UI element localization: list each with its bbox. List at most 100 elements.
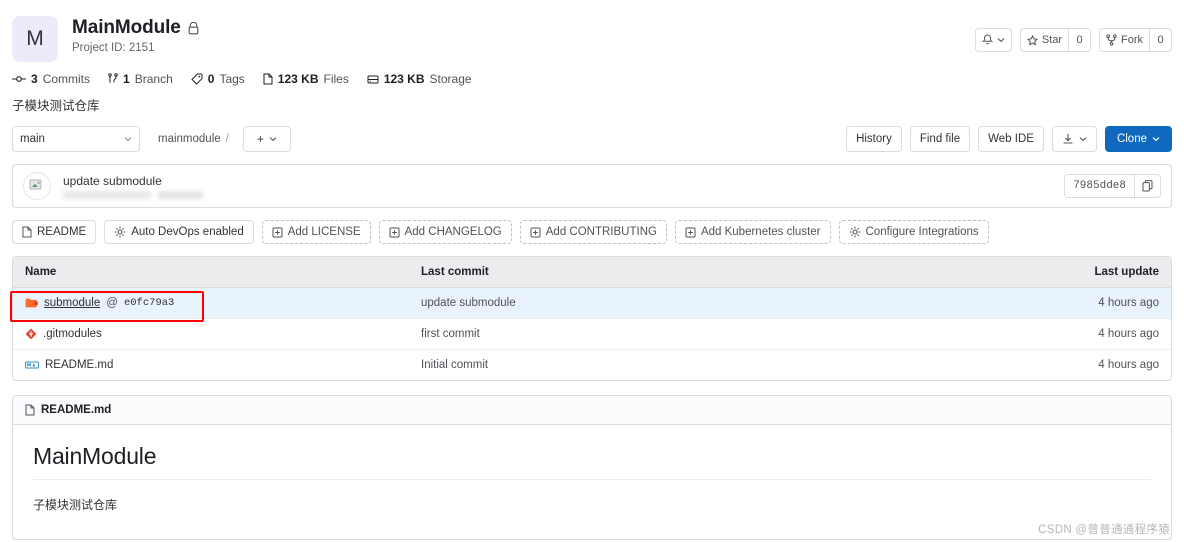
fork-button[interactable]: Fork 0 [1099, 28, 1172, 52]
clone-button[interactable]: Clone [1104, 126, 1172, 152]
bell-icon [981, 34, 993, 46]
fork-segment[interactable]: Fork [1100, 29, 1149, 51]
commit-message[interactable]: update submodule [63, 174, 213, 188]
table-row[interactable]: .gitmodules first commit 4 hours ago [13, 319, 1171, 350]
file-name-cell: README.md [13, 359, 421, 371]
branch-selector-value: main [20, 133, 45, 145]
breadcrumb: mainmodule / [158, 133, 229, 145]
file-name-cell: submodule @ e0fc79a3 [13, 297, 421, 309]
file-last-update-cell: 4 hours ago [1098, 328, 1159, 340]
table-row[interactable]: submodule @ e0fc79a3 update submodule 4 … [13, 288, 1171, 319]
chip-add-contributing[interactable]: Add CONTRIBUTING [519, 220, 667, 244]
add-to-tree-button[interactable]: + [242, 126, 291, 152]
history-button[interactable]: History [846, 126, 902, 152]
copy-icon[interactable] [1134, 175, 1160, 197]
chip-auto-devops[interactable]: Auto DevOps enabled [104, 220, 254, 244]
notifications-button[interactable] [974, 28, 1012, 52]
star-button[interactable]: Star 0 [1019, 28, 1091, 52]
star-icon [1026, 34, 1038, 46]
plus-square-icon [530, 227, 541, 238]
project-header: M MainModule Project ID: 2151 Star 0 For… [0, 0, 1184, 62]
chip-add-license-label: Add LICENSE [287, 226, 361, 238]
avatar [23, 172, 51, 200]
chevron-down-icon [124, 136, 132, 142]
download-icon [1062, 133, 1074, 145]
fork-label: Fork [1121, 34, 1143, 46]
plus-square-icon [685, 227, 696, 238]
chip-readme[interactable]: README [12, 220, 97, 244]
breadcrumb-separator: / [225, 133, 229, 145]
file-name-gitmodules[interactable]: .gitmodules [43, 328, 102, 340]
lock-icon [188, 21, 199, 35]
project-page: M MainModule Project ID: 2151 Star 0 For… [0, 0, 1184, 542]
stat-tags-value: 0 [207, 72, 215, 86]
stat-commits-value: 3 [31, 72, 38, 86]
commit-author-redacted [63, 190, 213, 199]
stat-branches-value: 1 [123, 72, 130, 86]
last-commit-card: update submodule 7985dde8 [12, 164, 1172, 208]
stat-files-label: Files [323, 72, 349, 86]
stat-branches-label: Branch [134, 72, 173, 86]
chip-configure-integrations[interactable]: Configure Integrations [838, 220, 989, 244]
star-segment[interactable]: Star [1020, 29, 1068, 51]
notifications-segment[interactable] [975, 29, 1011, 51]
download-button[interactable] [1051, 126, 1097, 152]
stat-branches[interactable]: 1 Branch [108, 72, 173, 86]
web-ide-button[interactable]: Web IDE [978, 126, 1044, 152]
commit-sha-group: 7985dde8 [1064, 174, 1161, 198]
file-icon [22, 226, 32, 238]
file-name-cell: .gitmodules [13, 328, 421, 340]
commit-sha[interactable]: 7985dde8 [1065, 175, 1134, 197]
file-link-submodule[interactable]: submodule [44, 297, 100, 309]
header-actions: Star 0 Fork 0 [974, 28, 1172, 52]
clone-label: Clone [1116, 133, 1147, 145]
table-row[interactable]: README.md Initial commit 4 hours ago [13, 350, 1171, 380]
commit-info: update submodule [63, 174, 213, 199]
tag-icon [191, 73, 203, 85]
fork-count: 0 [1149, 29, 1171, 51]
readme-body: MainModule 子模块测试仓库 [13, 425, 1171, 539]
storage-icon [367, 74, 379, 85]
stat-storage-value: 123 KB [383, 72, 425, 86]
readme-header: README.md [13, 396, 1171, 425]
star-count: 0 [1068, 29, 1090, 51]
stat-commits[interactable]: 3 Commits [12, 72, 90, 86]
stat-files-value: 123 KB [277, 72, 319, 86]
column-header-last-commit: Last commit [421, 266, 489, 278]
stat-tags[interactable]: 0 Tags [191, 72, 245, 86]
stat-files[interactable]: 123 KB Files [263, 72, 349, 86]
readme-filename[interactable]: README.md [41, 404, 111, 416]
chip-readme-label: README [37, 226, 87, 238]
chip-configure-integrations-label: Configure Integrations [865, 226, 979, 238]
stat-storage-label: Storage [429, 72, 472, 86]
branch-icon [108, 73, 118, 85]
file-name-readme[interactable]: README.md [45, 359, 113, 371]
fork-icon [1106, 34, 1117, 46]
csdn-watermark: CSDN @普普通通程序猿 [1038, 524, 1170, 536]
file-icon [25, 404, 35, 416]
project-title-row: MainModule [72, 17, 199, 39]
chip-add-license[interactable]: Add LICENSE [261, 220, 371, 244]
chevron-down-icon [1079, 136, 1087, 142]
stat-commits-label: Commits [42, 72, 91, 86]
readme-paragraph: 子模块测试仓库 [33, 498, 118, 512]
submodule-sha: e0fc79a3 [123, 297, 175, 309]
column-header-last-update: Last update [1094, 266, 1159, 278]
stat-storage[interactable]: 123 KB Storage [367, 72, 472, 86]
star-label: Star [1041, 34, 1062, 46]
file-tree-table: Name Last commit Last update submodule @… [12, 256, 1172, 381]
gear-icon [114, 226, 126, 238]
project-identity: MainModule Project ID: 2151 [72, 16, 199, 54]
file-last-commit-cell[interactable]: first commit [421, 328, 1023, 340]
file-last-commit-cell[interactable]: Initial commit [421, 359, 1023, 371]
submodule-at-sign: @ [106, 297, 118, 309]
chip-add-kubernetes-cluster[interactable]: Add Kubernetes cluster [674, 220, 831, 244]
branch-selector[interactable]: main [12, 126, 140, 152]
breadcrumb-root[interactable]: mainmodule [158, 133, 221, 145]
repo-toolbar-actions: History Find file Web IDE Clone [846, 126, 1172, 152]
chevron-down-icon [997, 37, 1005, 43]
chip-add-changelog[interactable]: Add CHANGELOG [378, 220, 512, 244]
gear-icon [849, 226, 861, 238]
find-file-button[interactable]: Find file [909, 126, 971, 152]
file-last-commit-cell[interactable]: update submodule [421, 297, 1023, 309]
